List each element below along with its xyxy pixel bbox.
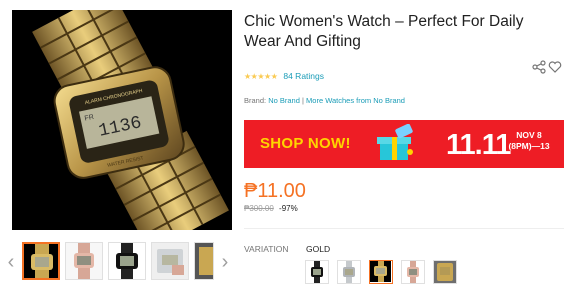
swatch-gold-band[interactable] xyxy=(433,260,457,284)
rating-row: ★★★★★ 84 Ratings xyxy=(244,70,324,82)
swatch-rose-gold[interactable] xyxy=(401,260,425,284)
thumbnail-black[interactable] xyxy=(108,242,146,280)
thumbnail-strip: ‹ › xyxy=(0,238,236,286)
discount-badge: -97% xyxy=(279,204,298,213)
thumbnail-gold-partial[interactable] xyxy=(194,242,214,280)
price-original-row: ₱300.00 -97% xyxy=(244,204,298,213)
swatch-gold[interactable] xyxy=(369,260,393,284)
thumbnail-gold[interactable] xyxy=(22,242,60,280)
divider xyxy=(244,228,564,229)
swatch-black[interactable] xyxy=(305,260,329,284)
chevron-left-icon[interactable]: ‹ xyxy=(3,252,19,272)
banner-date-line1: NOV 8 xyxy=(516,130,542,140)
variation-label: VARIATION xyxy=(244,244,289,254)
black-watch-thumb-icon xyxy=(109,243,145,279)
thumbnail-silver[interactable] xyxy=(151,242,189,280)
thumbnail-rose-gold[interactable] xyxy=(65,242,103,280)
original-price: ₱300.00 xyxy=(244,204,274,213)
banner-shop-now: SHOP NOW! xyxy=(260,135,351,152)
banner-date: NOV 8 (8PM)—13 xyxy=(498,130,560,152)
swatch-silver[interactable] xyxy=(337,260,361,284)
variation-selected-value: GOLD xyxy=(306,244,331,254)
chevron-right-icon[interactable]: › xyxy=(217,252,233,272)
watch-illustration: 1136 FR ALARM CHRONOGRAPH WATER RESIST xyxy=(12,10,232,230)
promo-banner[interactable]: SHOP NOW! 11.11 NOV 8 (8PM)—13 xyxy=(244,120,564,168)
gold-watch-swatch-icon xyxy=(370,261,391,282)
banner-date-line2: (8PM)—13 xyxy=(508,141,550,151)
gold-band-watch-swatch-icon xyxy=(434,261,456,283)
silver-watch-thumb-icon xyxy=(152,243,188,279)
more-from-brand-link[interactable]: More Watches from No Brand xyxy=(306,96,405,105)
product-title: Chic Women's Watch – Perfect For Daily W… xyxy=(244,13,524,50)
silver-watch-swatch-icon xyxy=(338,261,360,283)
rose-gold-watch-swatch-icon xyxy=(402,261,424,283)
brand-separator: | xyxy=(301,96,304,105)
heart-icon[interactable] xyxy=(548,60,562,74)
brand-link[interactable]: No Brand xyxy=(268,96,300,105)
share-wishlist-group xyxy=(532,60,562,74)
gift-box-icon xyxy=(377,124,413,160)
gold-watch-thumb-icon xyxy=(195,243,213,279)
current-price: ₱11.00 xyxy=(244,180,306,202)
brand-label: Brand: xyxy=(244,96,267,105)
share-icon[interactable] xyxy=(532,60,546,74)
rose-gold-watch-thumb-icon xyxy=(66,243,102,279)
brand-row: Brand: No Brand | More Watches from No B… xyxy=(244,96,405,105)
star-rating-icon: ★★★★★ xyxy=(244,71,278,81)
main-product-image[interactable]: 1136 FR ALARM CHRONOGRAPH WATER RESIST xyxy=(12,10,232,230)
gold-watch-thumb-icon xyxy=(24,244,58,278)
ratings-link[interactable]: 84 Ratings xyxy=(283,71,324,81)
black-watch-swatch-icon xyxy=(306,261,328,283)
